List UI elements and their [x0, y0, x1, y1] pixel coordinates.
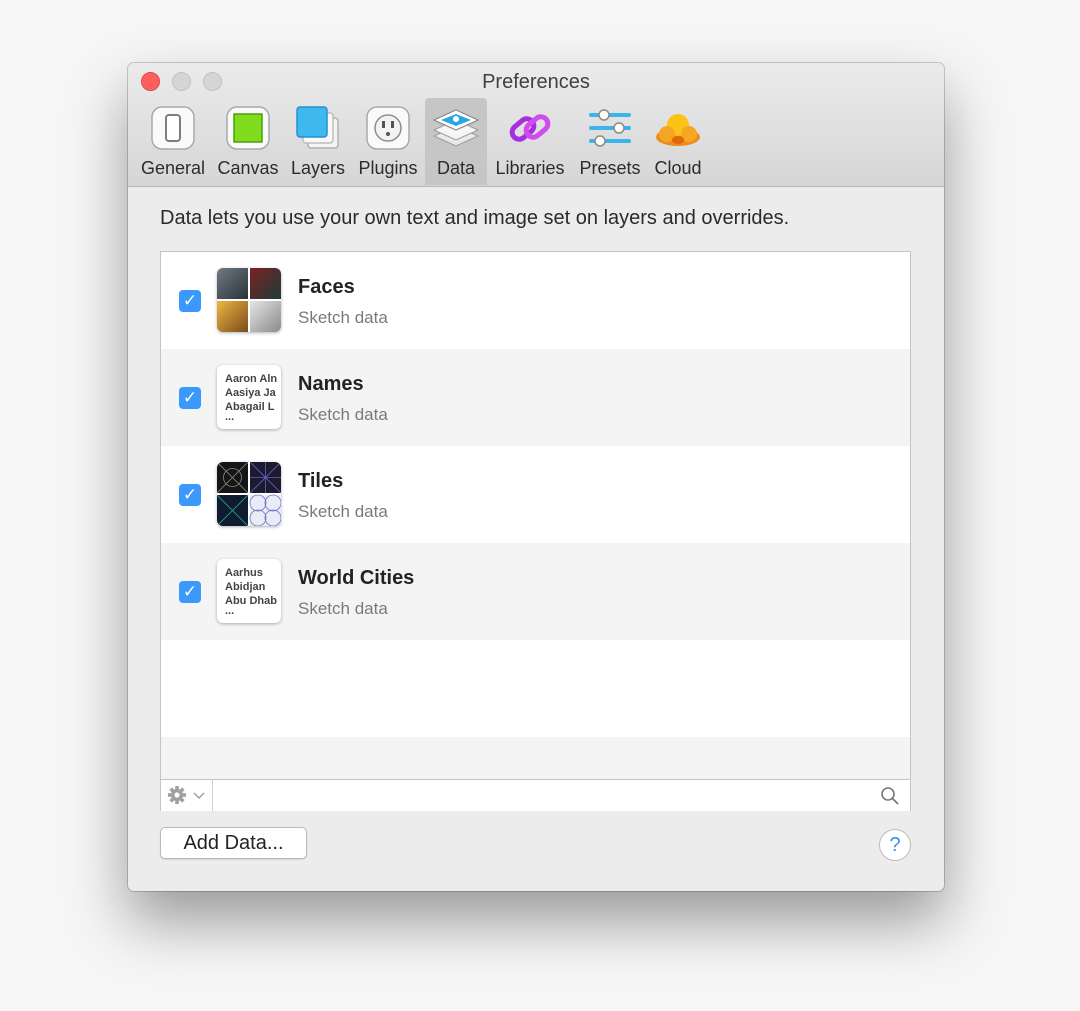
item-title: World Cities: [298, 567, 415, 589]
world-cities-thumbnail: Aarhus Abidjan Abu Dhab ...: [217, 559, 281, 623]
list-toolbar: [161, 779, 910, 811]
list-empty-row: [161, 737, 910, 779]
gear-icon: [168, 786, 205, 804]
tab-label: Canvas: [217, 158, 279, 178]
cloud-icon: [656, 114, 700, 146]
tab-label: Presets: [579, 158, 641, 178]
data-list[interactable]: ✓ Faces Sketch data ✓ Aaron Aln Aasiya J…: [160, 251, 911, 811]
data-icon: [432, 109, 480, 147]
item-subtitle: Sketch data: [298, 502, 388, 521]
preferences-window: Preferences General Canvas Layers Plugin…: [128, 63, 944, 891]
enable-checkbox[interactable]: ✓: [179, 290, 201, 312]
tab-label: Libraries: [495, 158, 565, 178]
sliders-icon: [589, 109, 631, 147]
enable-checkbox[interactable]: ✓: [179, 484, 201, 506]
tab-general[interactable]: General: [141, 98, 205, 185]
faces-thumbnail: [217, 268, 281, 332]
list-item[interactable]: ✓ Aaron Aln Aasiya Ja Abagail L ... Name…: [161, 349, 910, 446]
list-item[interactable]: ✓ Tiles Sketch data: [161, 446, 910, 543]
tab-layers[interactable]: Layers: [288, 98, 348, 185]
tab-libraries[interactable]: Libraries: [492, 98, 568, 185]
item-title: Faces: [298, 276, 355, 298]
action-menu-button[interactable]: [161, 780, 213, 811]
search-icon[interactable]: [880, 786, 900, 806]
tab-data[interactable]: Data: [425, 98, 487, 185]
tab-label: Data: [436, 158, 476, 178]
item-subtitle: Sketch data: [298, 599, 388, 618]
tab-plugins[interactable]: Plugins: [356, 98, 420, 185]
list-item[interactable]: ✓ Aarhus Abidjan Abu Dhab ... World Citi…: [161, 543, 910, 640]
layers-icon: [296, 106, 339, 149]
tiles-thumbnail: [217, 462, 281, 526]
data-preferences-pane: Data lets you use your own text and imag…: [128, 187, 944, 891]
title-bar: Preferences General Canvas Layers Plugin…: [128, 63, 944, 187]
tab-label: Plugins: [358, 158, 418, 178]
tab-label: Layers: [290, 158, 346, 178]
enable-checkbox[interactable]: ✓: [179, 387, 201, 409]
list-item[interactable]: ✓ Faces Sketch data: [161, 252, 910, 349]
tab-label: Cloud: [654, 158, 702, 178]
tab-cloud[interactable]: Cloud: [648, 98, 708, 185]
phone-icon: [151, 106, 195, 150]
add-data-button[interactable]: Add Data...: [160, 827, 307, 859]
item-subtitle: Sketch data: [298, 405, 388, 424]
tab-canvas[interactable]: Canvas: [215, 98, 281, 185]
enable-checkbox[interactable]: ✓: [179, 581, 201, 603]
tab-presets[interactable]: Presets: [576, 98, 644, 185]
pane-description: Data lets you use your own text and imag…: [160, 207, 790, 229]
canvas-icon: [226, 106, 270, 150]
item-subtitle: Sketch data: [298, 308, 388, 327]
plug-icon: [366, 106, 410, 150]
names-thumbnail: Aaron Aln Aasiya Ja Abagail L ...: [217, 365, 281, 429]
item-title: Tiles: [298, 470, 344, 492]
help-button[interactable]: ?: [879, 829, 911, 861]
window-title: Preferences: [482, 71, 590, 93]
item-title: Names: [298, 373, 364, 395]
tab-label: General: [141, 158, 206, 178]
link-icon: [509, 114, 551, 142]
